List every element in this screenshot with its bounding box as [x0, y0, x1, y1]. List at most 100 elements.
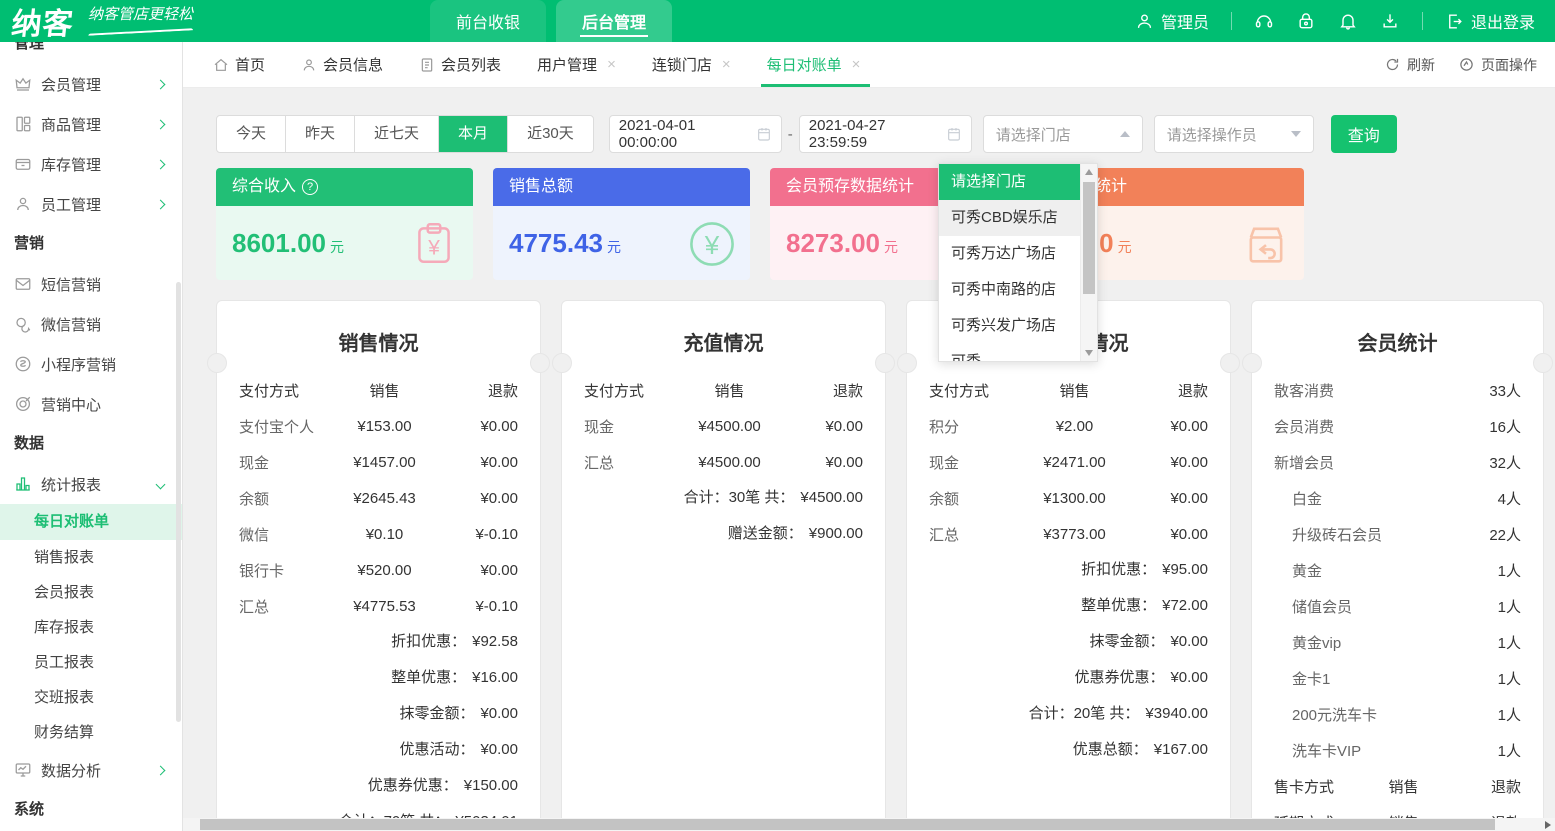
sidebar-item-wechat-marketing[interactable]: 微信营销 [0, 304, 182, 344]
support-headset-icon[interactable] [1254, 11, 1274, 31]
sidebar-item-staff-manage[interactable]: 员工管理 [0, 184, 182, 224]
sidebar-subitem[interactable]: 每日对账单 [0, 504, 182, 540]
download-icon[interactable] [1380, 11, 1400, 31]
stat-row: 储值会员1人 [1252, 588, 1543, 624]
svg-text:¥: ¥ [704, 230, 720, 260]
close-icon[interactable]: × [722, 56, 731, 73]
sidebar-scrollbar[interactable] [176, 282, 181, 722]
dropdown-scrollbar[interactable] [1080, 164, 1097, 361]
quick-range-button[interactable]: 近七天 [355, 116, 439, 152]
top-nav: 前台收银 后台管理 [430, 0, 682, 42]
quick-range-button[interactable]: 本月 [439, 116, 508, 152]
table-row: 银行卡¥520.00¥0.00 [239, 552, 518, 588]
refresh-button[interactable]: 刷新 [1385, 55, 1435, 75]
wechat-icon [14, 315, 32, 333]
sidebar-subitem[interactable]: 员工报表 [0, 645, 182, 680]
tab-member-list[interactable]: 会员列表 [419, 42, 501, 87]
sidebar-subitem[interactable]: 库存报表 [0, 610, 182, 645]
store-dropdown-option[interactable]: 可秀中南路的店 [939, 272, 1080, 308]
table-row: 现金¥1457.00¥0.00 [239, 444, 518, 480]
page-actions-button[interactable]: 页面操作 [1459, 55, 1537, 75]
scroll-up-icon[interactable] [1085, 169, 1093, 175]
sidebar-subitem[interactable]: 销售报表 [0, 540, 182, 575]
sidebar-item-sms-marketing[interactable]: 短信营销 [0, 264, 182, 304]
brand-slogan: 纳客管店更轻松 [88, 3, 193, 33]
report-panels: 销售情况 支付方式销售退款 支付宝个人¥153.00¥0.00现金¥1457.0… [216, 300, 1544, 831]
tab-home[interactable]: 首页 [213, 42, 265, 87]
sidebar-item-goods-manage[interactable]: 商品管理 [0, 104, 182, 144]
table-row: 汇总¥4775.53¥-0.10 [239, 588, 518, 624]
sidebar-subitem[interactable]: 会员报表 [0, 575, 182, 610]
scroll-thumb[interactable] [200, 819, 1495, 830]
lock-icon[interactable] [1296, 11, 1316, 31]
summary-row: 优惠券优惠：¥150.00 [239, 768, 518, 804]
nav-tab-front-cashier[interactable]: 前台收银 [430, 0, 546, 42]
horizontal-scrollbar[interactable] [183, 818, 1555, 831]
table-row: 微信¥0.10¥-0.10 [239, 516, 518, 552]
panel-sales: 销售情况 支付方式销售退款 支付宝个人¥153.00¥0.00现金¥1457.0… [216, 300, 541, 831]
store-dropdown: 请选择门店可秀CBD娱乐店可秀万达广场店可秀中南路的店可秀兴发广场店可秀 [938, 163, 1098, 362]
logout-button[interactable]: 退出登录 [1445, 9, 1535, 33]
goods-icon [14, 115, 32, 133]
stat-row: 会员消费16人 [1252, 408, 1543, 444]
store-dropdown-option[interactable]: 请选择门店 [939, 164, 1080, 200]
user-name: 管理员 [1161, 9, 1209, 33]
stat-row: 散客消费33人 [1252, 372, 1543, 408]
summary-row: 整单优惠：¥16.00 [239, 660, 518, 696]
close-icon[interactable]: × [607, 56, 616, 73]
summary-row: 优惠总额：¥167.00 [929, 732, 1208, 768]
store-dropdown-option[interactable]: 可秀万达广场店 [939, 236, 1080, 272]
date-to-input[interactable]: 2021-04-27 23:59:59 [799, 115, 972, 153]
user-menu[interactable]: 管理员 [1135, 9, 1209, 33]
monitor-icon [14, 761, 32, 779]
scroll-thumb[interactable] [1083, 182, 1095, 294]
divider [1422, 12, 1423, 30]
tab-member-info[interactable]: 会员信息 [301, 42, 383, 87]
stat-row: 新增会员32人 [1252, 444, 1543, 480]
sidebar-item-member-manage[interactable]: 会员管理 [0, 64, 182, 104]
operator-select[interactable]: 请选择操作员 [1154, 115, 1314, 153]
search-button[interactable]: 查询 [1331, 115, 1397, 153]
table-header: 支付方式销售退款 [239, 372, 518, 408]
box-return-icon [1240, 218, 1290, 268]
close-icon[interactable]: × [852, 56, 861, 73]
help-icon[interactable]: ? [302, 179, 318, 195]
stat-row: 白金4人 [1252, 480, 1543, 516]
bell-icon[interactable] [1338, 11, 1358, 31]
arrow-up-icon [1120, 131, 1130, 137]
summary-row: 抹零金额：¥0.00 [239, 696, 518, 732]
quick-range-button[interactable]: 昨天 [286, 116, 355, 152]
sidebar-item-marketing-center[interactable]: 营销中心 [0, 384, 182, 424]
calendar-icon [946, 126, 962, 142]
date-range-separator: - [788, 126, 793, 143]
logout-icon [1445, 12, 1464, 31]
quick-range-button[interactable]: 近30天 [508, 116, 593, 152]
store-select[interactable]: 请选择门店 [983, 115, 1143, 153]
stock-box-icon [14, 155, 32, 173]
card-value: 8273.00 [786, 228, 880, 258]
tab-chain-stores[interactable]: 连锁门店 × [652, 42, 731, 87]
quick-range-button[interactable]: 今天 [217, 116, 286, 152]
stat-cards: 综合收入? 8601.00元 ¥ 销售总额 4775.43元 ¥ 会员预存数据统… [216, 168, 1544, 280]
nav-tab-back-office[interactable]: 后台管理 [556, 0, 672, 42]
card-total-income: 综合收入? 8601.00元 ¥ [216, 168, 473, 280]
sidebar-item-statistic-reports[interactable]: 统计报表 [0, 464, 182, 504]
sidebar-item-stock-manage[interactable]: 库存管理 [0, 144, 182, 184]
refresh-icon [1385, 57, 1400, 72]
sidebar-item-data-analysis[interactable]: 数据分析 [0, 750, 182, 790]
scroll-down-icon[interactable] [1085, 350, 1093, 356]
date-from-input[interactable]: 2021-04-01 00:00:00 [609, 115, 782, 153]
scroll-right-icon[interactable] [1545, 821, 1551, 829]
sidebar-subitem[interactable]: 财务结算 [0, 715, 182, 750]
store-dropdown-option[interactable]: 可秀 [939, 344, 1080, 362]
sidebar-subitem[interactable]: 交班报表 [0, 680, 182, 715]
person-icon [301, 57, 317, 73]
store-dropdown-option[interactable]: 可秀兴发广场店 [939, 308, 1080, 344]
brand-logo: 纳客 [10, 0, 77, 43]
tab-daily-statement[interactable]: 每日对账单 × [767, 42, 861, 87]
store-dropdown-option[interactable]: 可秀CBD娱乐店 [939, 200, 1080, 236]
sidebar-item-miniprogram-marketing[interactable]: 小程序营销 [0, 344, 182, 384]
user-icon [1135, 12, 1154, 31]
summary-row: 合计：30笔 共：¥4500.00 [584, 480, 863, 516]
tab-user-manage[interactable]: 用户管理 × [537, 42, 616, 87]
